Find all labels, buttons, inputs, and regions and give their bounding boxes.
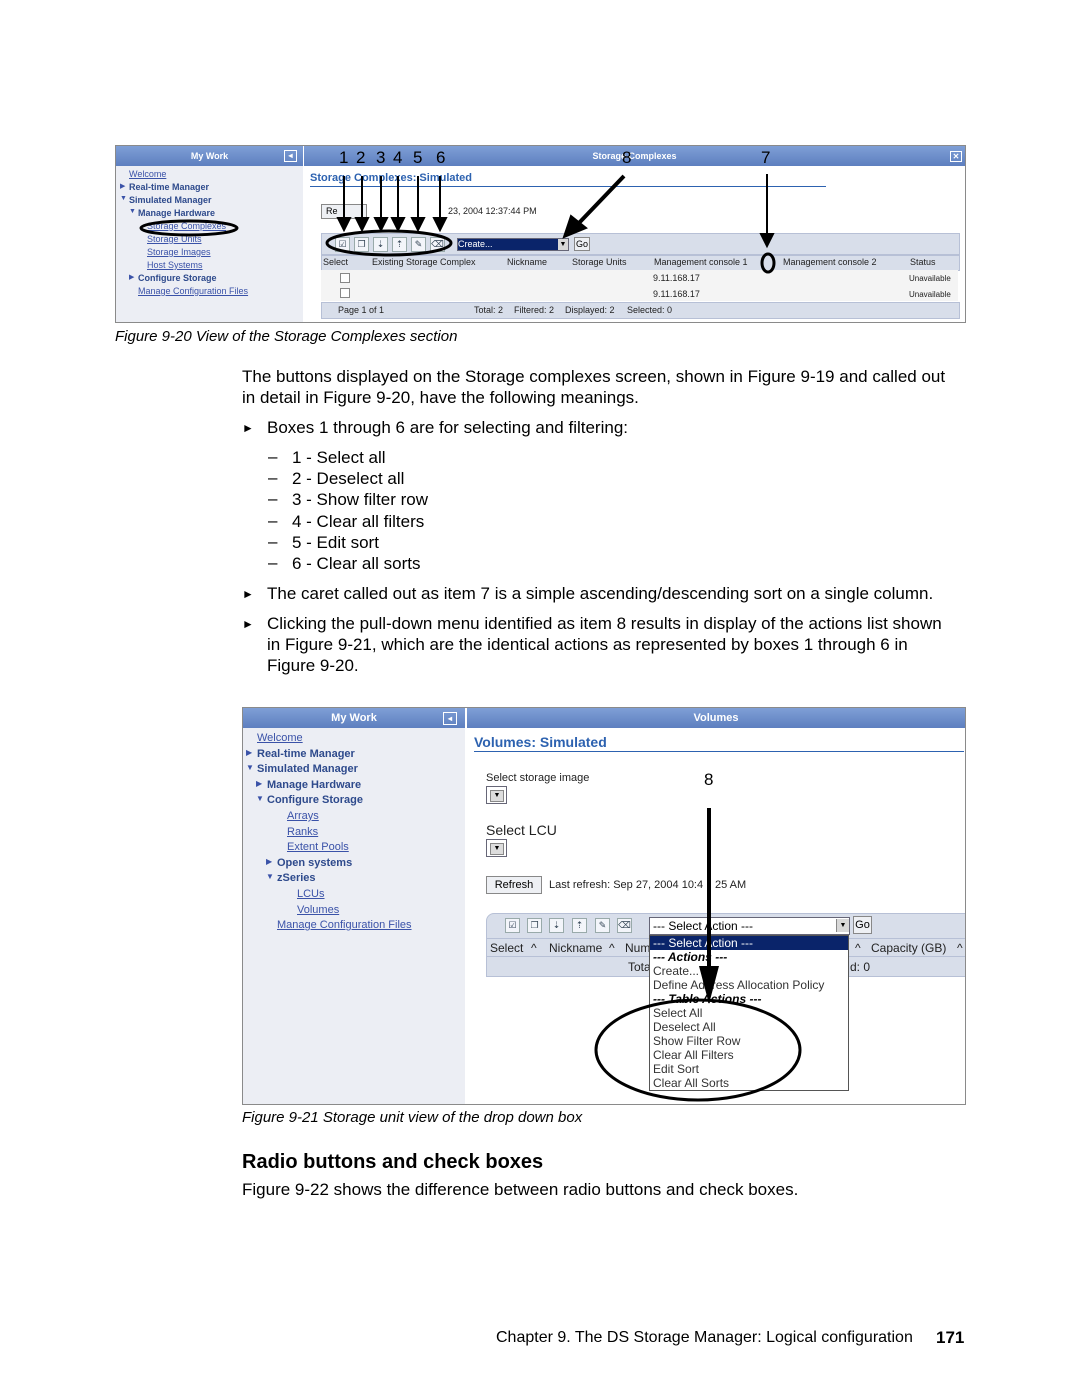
bullet-icon: ► [242, 587, 254, 601]
bullet-text: in Figure 9-21, which are the identical … [267, 635, 908, 654]
callout-1: 1 [339, 148, 349, 167]
paragraph: Figure 9-22 shows the difference between… [242, 1180, 799, 1199]
figure-9-21-screenshot: My Work ◂ Welcome ▶ Real-time Manager ▼ Simu… [242, 707, 966, 1105]
paragraph: in detail in Figure 9-20, have the follo… [242, 388, 639, 407]
bullet-text: Boxes 1 through 6 are for selecting and … [267, 418, 628, 437]
callout-7: 7 [761, 148, 771, 167]
dash-marker: – [268, 510, 278, 530]
callout-overlay [139, 174, 776, 274]
dash-marker: – [268, 531, 278, 551]
callout-3: 3 [376, 148, 386, 167]
bullet-text: Clicking the pull-down menu identified a… [267, 614, 942, 633]
footer-chapter: Chapter 9. The DS Storage Manager: Logic… [496, 1329, 913, 1346]
callout-6: 6 [436, 148, 446, 167]
dash-marker: – [268, 447, 278, 466]
callout-8: 8 [622, 148, 632, 167]
callout-4: 4 [393, 148, 403, 167]
sub-list-item: 6 - Clear all sorts [292, 554, 421, 573]
figure-9-20-caption: Figure 9-20 View of the Storage Complexe… [115, 328, 458, 345]
sub-list-item: 1 - Select all [292, 448, 386, 467]
bullet-icon: ► [242, 617, 254, 631]
sub-list-item: 4 - Clear all filters [292, 511, 425, 531]
sub-list-item: 5 - Edit sort [292, 532, 379, 552]
dash-marker: – [268, 468, 278, 488]
dash-marker: – [268, 553, 278, 572]
paragraph: The buttons displayed on the Storage com… [242, 367, 946, 386]
section-heading: Radio buttons and check boxes [242, 1151, 544, 1173]
callout-5: 5 [413, 148, 423, 167]
sub-list-item: 3 - Show filter row [292, 490, 429, 510]
callout-overlay [594, 808, 802, 1102]
page-number: 171 [936, 1328, 965, 1347]
figure-9-20-screenshot: My Work ◂ Welcome ▶ Real-time Manager ▼ Simu… [115, 145, 966, 323]
sub-list-item: 2 - Deselect all [292, 469, 405, 489]
bullet-icon: ► [242, 421, 254, 435]
bullet-text: The caret called out as item 7 is a simp… [267, 584, 934, 603]
dash-marker: – [268, 489, 278, 509]
document-page: My Work ◂ Welcome ▶ Real-time Manager ▼ Simu… [0, 0, 1080, 1397]
callout-2: 2 [356, 148, 366, 167]
bullet-text: Figure 9-20. [267, 656, 359, 675]
figure-9-21-caption: Figure 9-21 Storage unit view of the dro… [242, 1109, 583, 1126]
